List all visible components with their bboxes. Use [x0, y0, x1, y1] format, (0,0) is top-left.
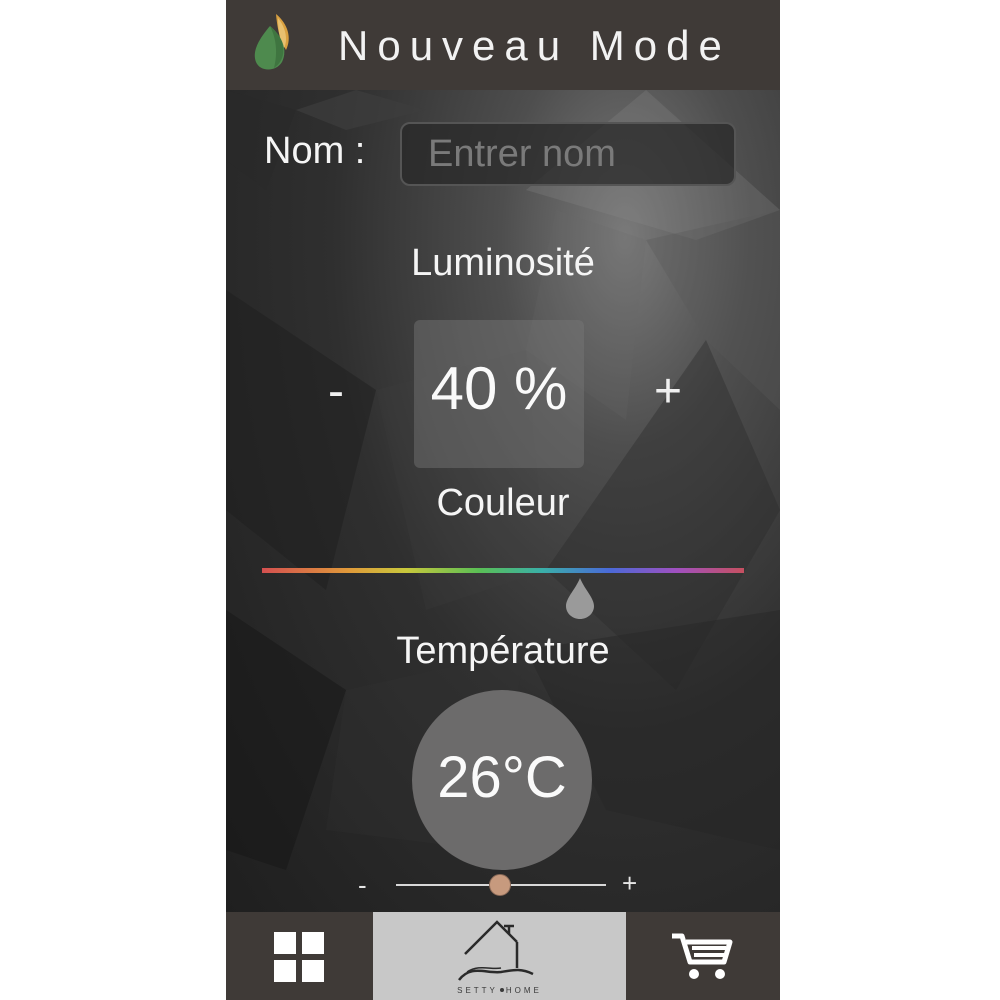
brand-caption-right: HOME — [505, 986, 542, 995]
color-spectrum-slider[interactable] — [262, 568, 744, 573]
cart-icon — [672, 933, 733, 979]
brightness-display: 40 % — [414, 320, 584, 468]
header-bar: Nouveau Mode — [226, 0, 780, 90]
grid-icon — [274, 932, 324, 982]
brand-caption-left: SETTY — [457, 986, 498, 995]
color-slider-handle[interactable] — [563, 574, 597, 620]
nav-dashboard-button[interactable] — [226, 912, 373, 1000]
brightness-value: 40 % — [430, 355, 568, 422]
home-icon — [458, 920, 534, 981]
temperature-display: 26°C — [412, 690, 592, 870]
name-input[interactable] — [400, 122, 736, 186]
name-label: Nom : — [264, 130, 366, 172]
temperature-decrease-button[interactable]: - — [358, 870, 367, 901]
temperature-label: Température — [396, 630, 610, 672]
flame-leaf-icon — [254, 14, 289, 70]
brightness-increase-button[interactable]: + — [638, 364, 698, 419]
brightness-decrease-button[interactable]: - — [306, 364, 366, 419]
brightness-label: Luminosité — [411, 242, 595, 284]
app-screen: Nouveau Mode Nom : Luminosité - 40 % + C… — [226, 0, 780, 1000]
temperature-slider-handle[interactable] — [488, 874, 511, 896]
color-label: Couleur — [436, 482, 570, 524]
nav-home-button[interactable]: SETTY HOME — [373, 912, 626, 1000]
temperature-value: 26°C — [437, 745, 567, 810]
temperature-increase-button[interactable]: + — [622, 868, 637, 899]
brand-caption: SETTY HOME — [373, 986, 626, 995]
nav-cart-button[interactable] — [626, 912, 780, 1000]
mode-form: Nom : Luminosité - 40 % + Couleur Tempér… — [226, 90, 780, 912]
bottom-navigation: SETTY HOME — [226, 912, 780, 1000]
page-title: Nouveau Mode — [338, 22, 731, 69]
